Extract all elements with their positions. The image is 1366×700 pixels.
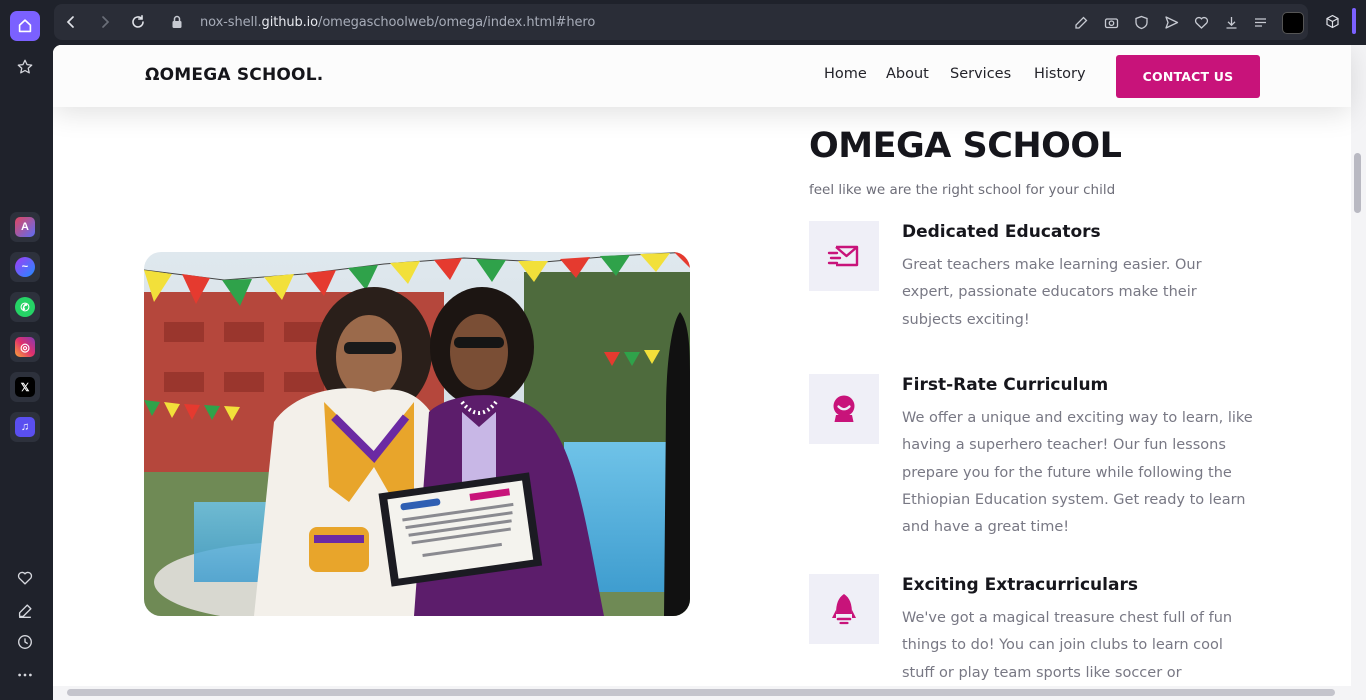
feature-description: Great teachers make learning easier. Our… — [902, 252, 1272, 334]
instagram-icon[interactable]: ◎ — [10, 332, 40, 362]
star-icon[interactable] — [10, 52, 40, 82]
nav-about[interactable]: About — [886, 66, 929, 82]
feature-icon-box — [809, 374, 879, 444]
feature-line: prepare you for the future while followi… — [902, 464, 1232, 481]
music-player-icon[interactable]: ♫ — [10, 412, 40, 442]
vertical-scrollbar[interactable] — [1351, 45, 1366, 700]
feature-line: Great teachers make learning easier. Our — [902, 257, 1202, 273]
messenger-icon[interactable]: ~ — [10, 252, 40, 282]
feature-line: Ethiopian Education system. Get ready to… — [902, 491, 1246, 508]
site-logo[interactable]: ΩOMEGA SCHOOL. — [145, 65, 323, 85]
horizontal-scroll-thumb[interactable] — [67, 689, 1335, 696]
heart-icon[interactable] — [10, 563, 40, 593]
menu-icon[interactable] — [1253, 15, 1268, 30]
home-icon[interactable] — [10, 11, 40, 41]
feature-title: Dedicated Educators — [902, 222, 1101, 242]
contact-us-button[interactable]: CONTACT US — [1116, 55, 1260, 98]
history-icon[interactable] — [10, 627, 40, 657]
award-ceremony-photo — [144, 252, 690, 616]
edit-page-icon[interactable] — [1074, 15, 1089, 30]
more-icon[interactable] — [10, 660, 40, 690]
feature-line: expert, passionate educators make their — [902, 284, 1197, 301]
envelope-icon — [827, 245, 859, 267]
feature-line: and have a great time! — [902, 519, 1070, 536]
back-icon[interactable] — [62, 13, 80, 31]
sidebar-indicator — [1352, 8, 1356, 34]
feature-title: First-Rate Curriculum — [902, 375, 1109, 395]
browser-sidebar: A ~ ✆ ◎ 𝕏 ♫ — [0, 0, 50, 700]
rocket-icon — [832, 594, 856, 625]
feature-description: We've got a magical treasure chest full … — [902, 605, 1272, 687]
aria-app-icon[interactable]: A — [10, 212, 40, 242]
feature-line: We've got a magical treasure chest full … — [902, 610, 1233, 626]
lock-icon — [172, 15, 182, 28]
feature-description: We offer a unique and exciting way to le… — [902, 405, 1272, 541]
browser-toolbar: nox-shell.github.io/omegaschoolweb/omega… — [50, 0, 1366, 45]
shield-icon[interactable] — [1134, 15, 1149, 30]
feature-icon-box — [809, 574, 879, 644]
feature-title: Exciting Extracurriculars — [902, 575, 1138, 595]
extension-icon[interactable] — [1282, 12, 1304, 34]
feature-line: things to do! You can join clubs to lear… — [902, 637, 1223, 654]
x-twitter-icon[interactable]: 𝕏 — [10, 372, 40, 402]
nav-home[interactable]: Home — [824, 66, 867, 82]
url-prefix: nox-shell. — [200, 15, 262, 30]
reload-icon[interactable] — [129, 13, 147, 31]
cube-icon[interactable] — [1325, 14, 1340, 29]
hero-subtitle: feel like we are the right school for yo… — [809, 182, 1116, 198]
whatsapp-icon[interactable]: ✆ — [10, 292, 40, 322]
smiley-badge-icon — [833, 395, 855, 422]
download-icon[interactable] — [1224, 15, 1239, 30]
edit-icon[interactable] — [10, 596, 40, 626]
send-icon[interactable] — [1164, 15, 1179, 30]
url-host: github.io — [261, 15, 319, 30]
site-header: ΩOMEGA SCHOOL. Home About Services Histo… — [53, 45, 1351, 107]
favorite-icon[interactable] — [1194, 15, 1209, 30]
web-viewport: ΩOMEGA SCHOOL. Home About Services Histo… — [53, 45, 1366, 700]
feature-icon-box — [809, 221, 879, 291]
url-path: /omegaschoolweb/omega/index.html#hero — [318, 15, 596, 30]
forward-icon[interactable] — [96, 13, 114, 31]
nav-services[interactable]: Services — [950, 66, 1011, 82]
feature-line: having a superhero teacher! Our fun less… — [902, 437, 1226, 454]
camera-icon[interactable] — [1104, 15, 1119, 30]
vertical-scroll-thumb[interactable] — [1354, 153, 1361, 213]
url-text[interactable]: nox-shell.github.io/omegaschoolweb/omega… — [200, 15, 595, 30]
nav-history[interactable]: History — [1034, 66, 1086, 82]
feature-line: stuff or play team sports like soccer or — [902, 664, 1182, 681]
hero-title: OMEGA SCHOOL — [809, 126, 1122, 166]
address-bar[interactable]: nox-shell.github.io/omegaschoolweb/omega… — [54, 4, 1308, 40]
feature-line: subjects exciting! — [902, 311, 1030, 328]
feature-line: We offer a unique and exciting way to le… — [902, 410, 1253, 426]
